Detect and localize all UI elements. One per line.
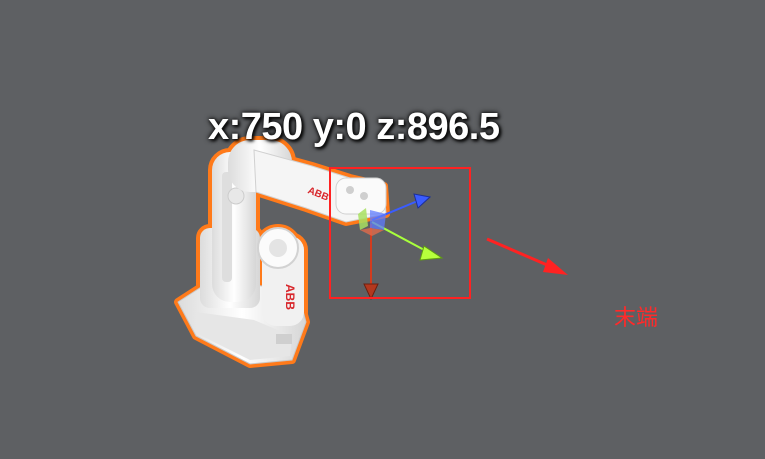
robot-arm[interactable]: ABB ABB	[174, 136, 390, 368]
z-axis-handle[interactable]	[363, 283, 379, 301]
abb-logo-body: ABB	[283, 284, 297, 310]
scene-viewport[interactable]: ABB ABB x:750 y:0 z:896.5 末端	[0, 0, 765, 459]
y-axis-handle[interactable]	[413, 193, 432, 209]
scene-canvas: ABB ABB	[174, 136, 568, 368]
end-effector-annotation-label: 末端	[614, 306, 659, 331]
x-axis-handle[interactable]	[419, 245, 444, 261]
annotation-arrow	[486, 237, 568, 275]
end-effector-coordinate-label: x:750 y:0 z:896.5	[208, 106, 500, 148]
